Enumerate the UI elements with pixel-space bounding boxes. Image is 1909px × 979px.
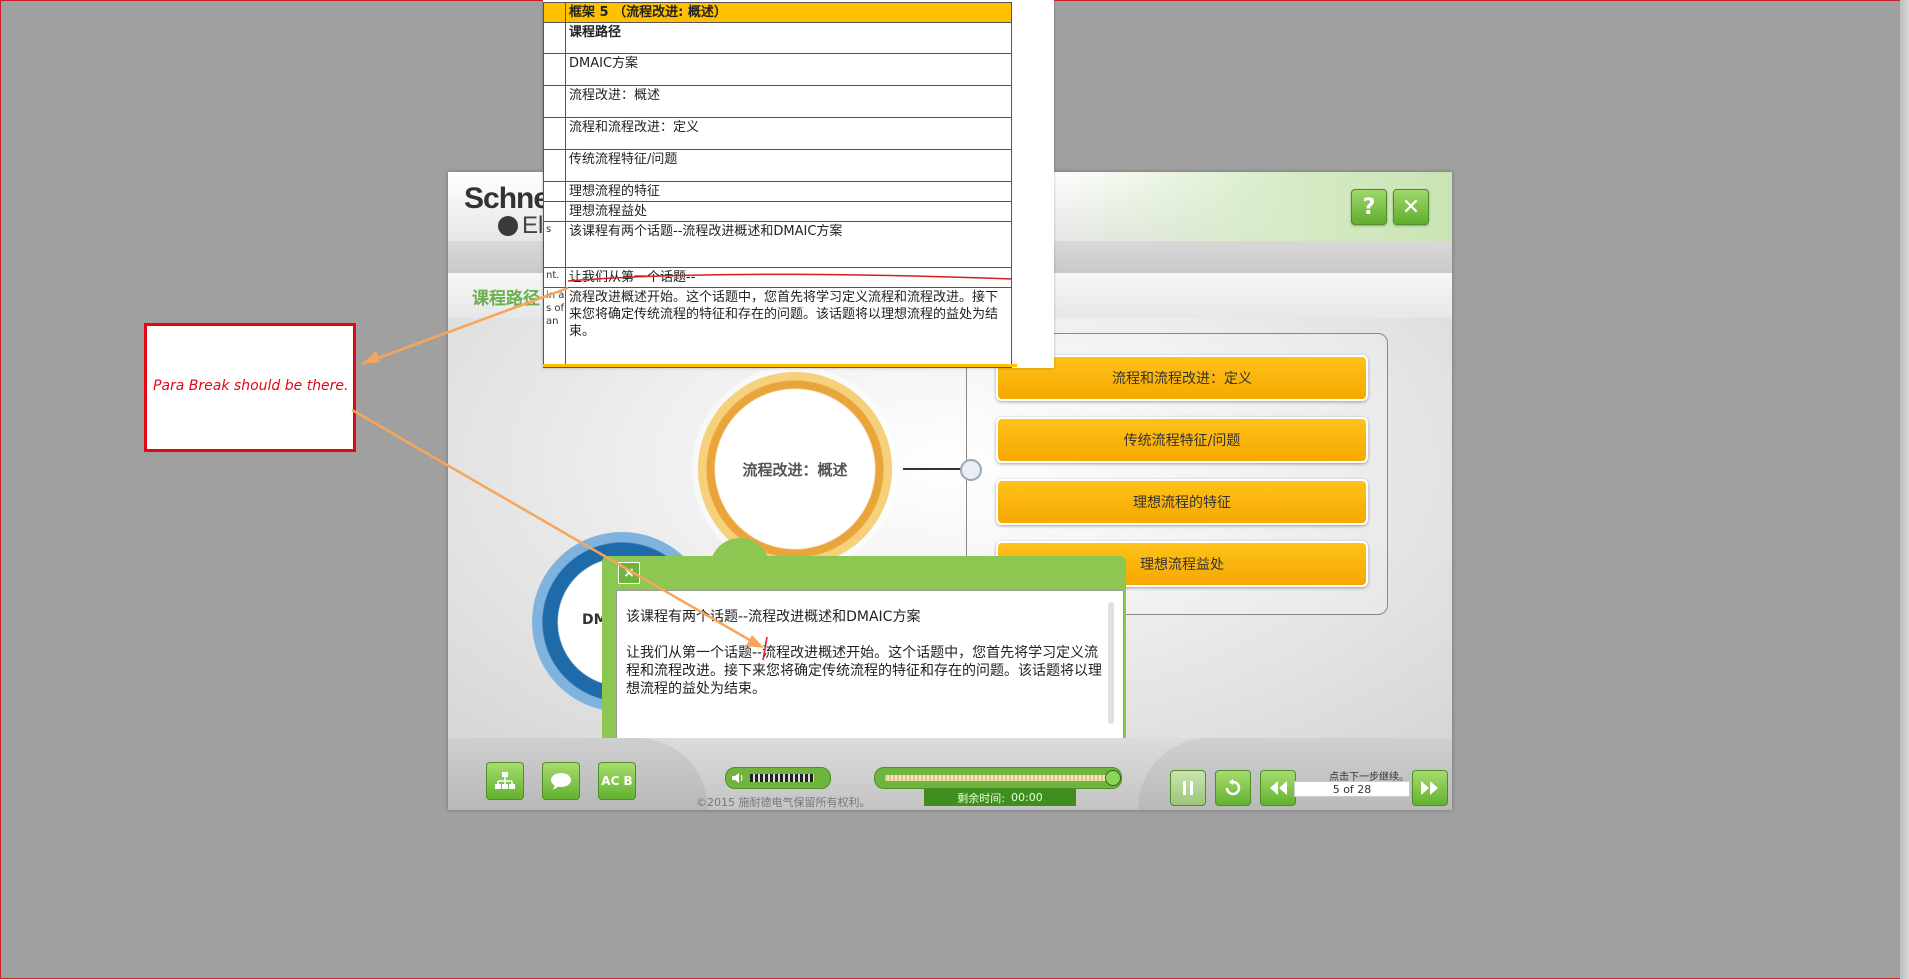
window-edge [1900, 0, 1909, 979]
arrow-head [362, 351, 380, 364]
annotation-overlay [351, 273, 1013, 661]
annotation-arrow [351, 408, 761, 648]
annotation-arrow [361, 286, 569, 366]
underline-markup [567, 273, 1013, 282]
arrow-head [746, 635, 764, 648]
insertion-mark [762, 636, 768, 661]
